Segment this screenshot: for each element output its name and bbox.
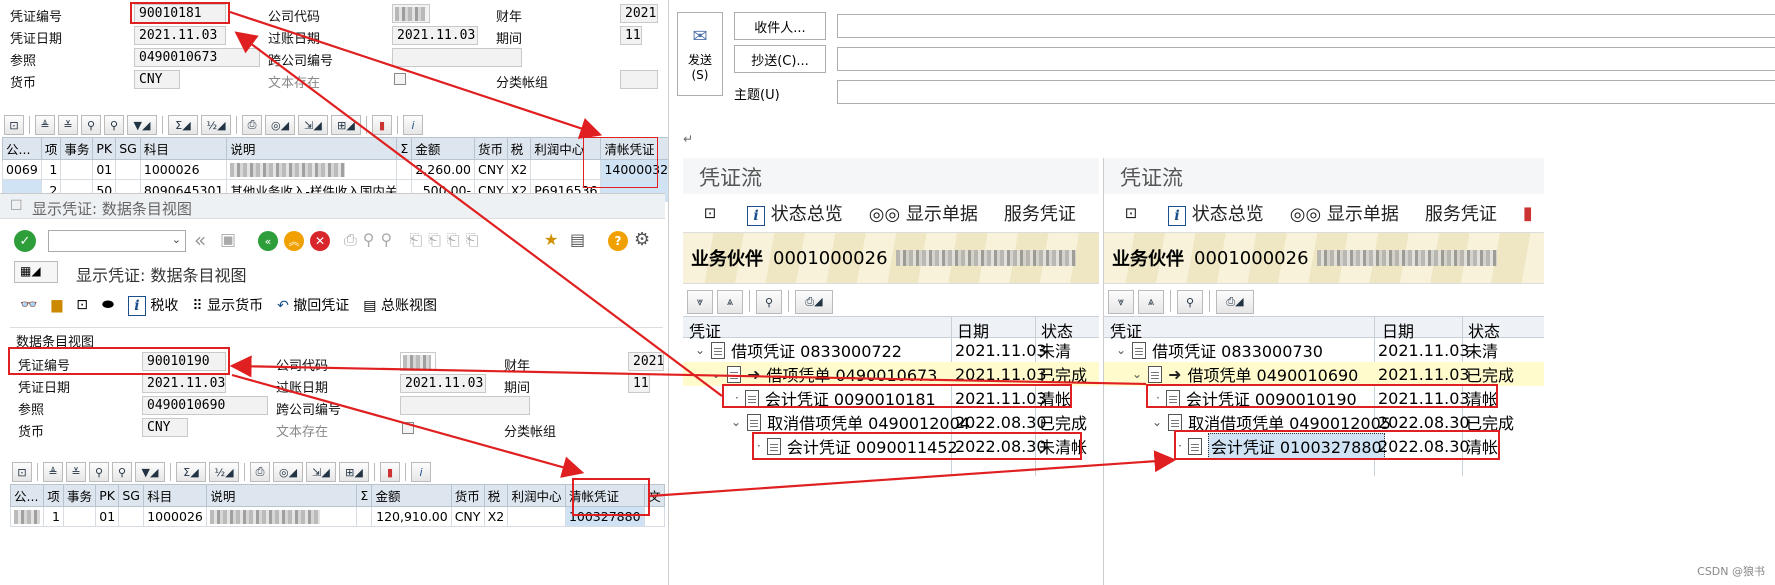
arrow-line [649,450,1177,498]
annotation-arrows [229,10,1177,498]
arrow-line [231,373,585,478]
arrow-line [234,31,723,397]
arrow-line [229,10,603,139]
arrow-line [229,355,1147,386]
